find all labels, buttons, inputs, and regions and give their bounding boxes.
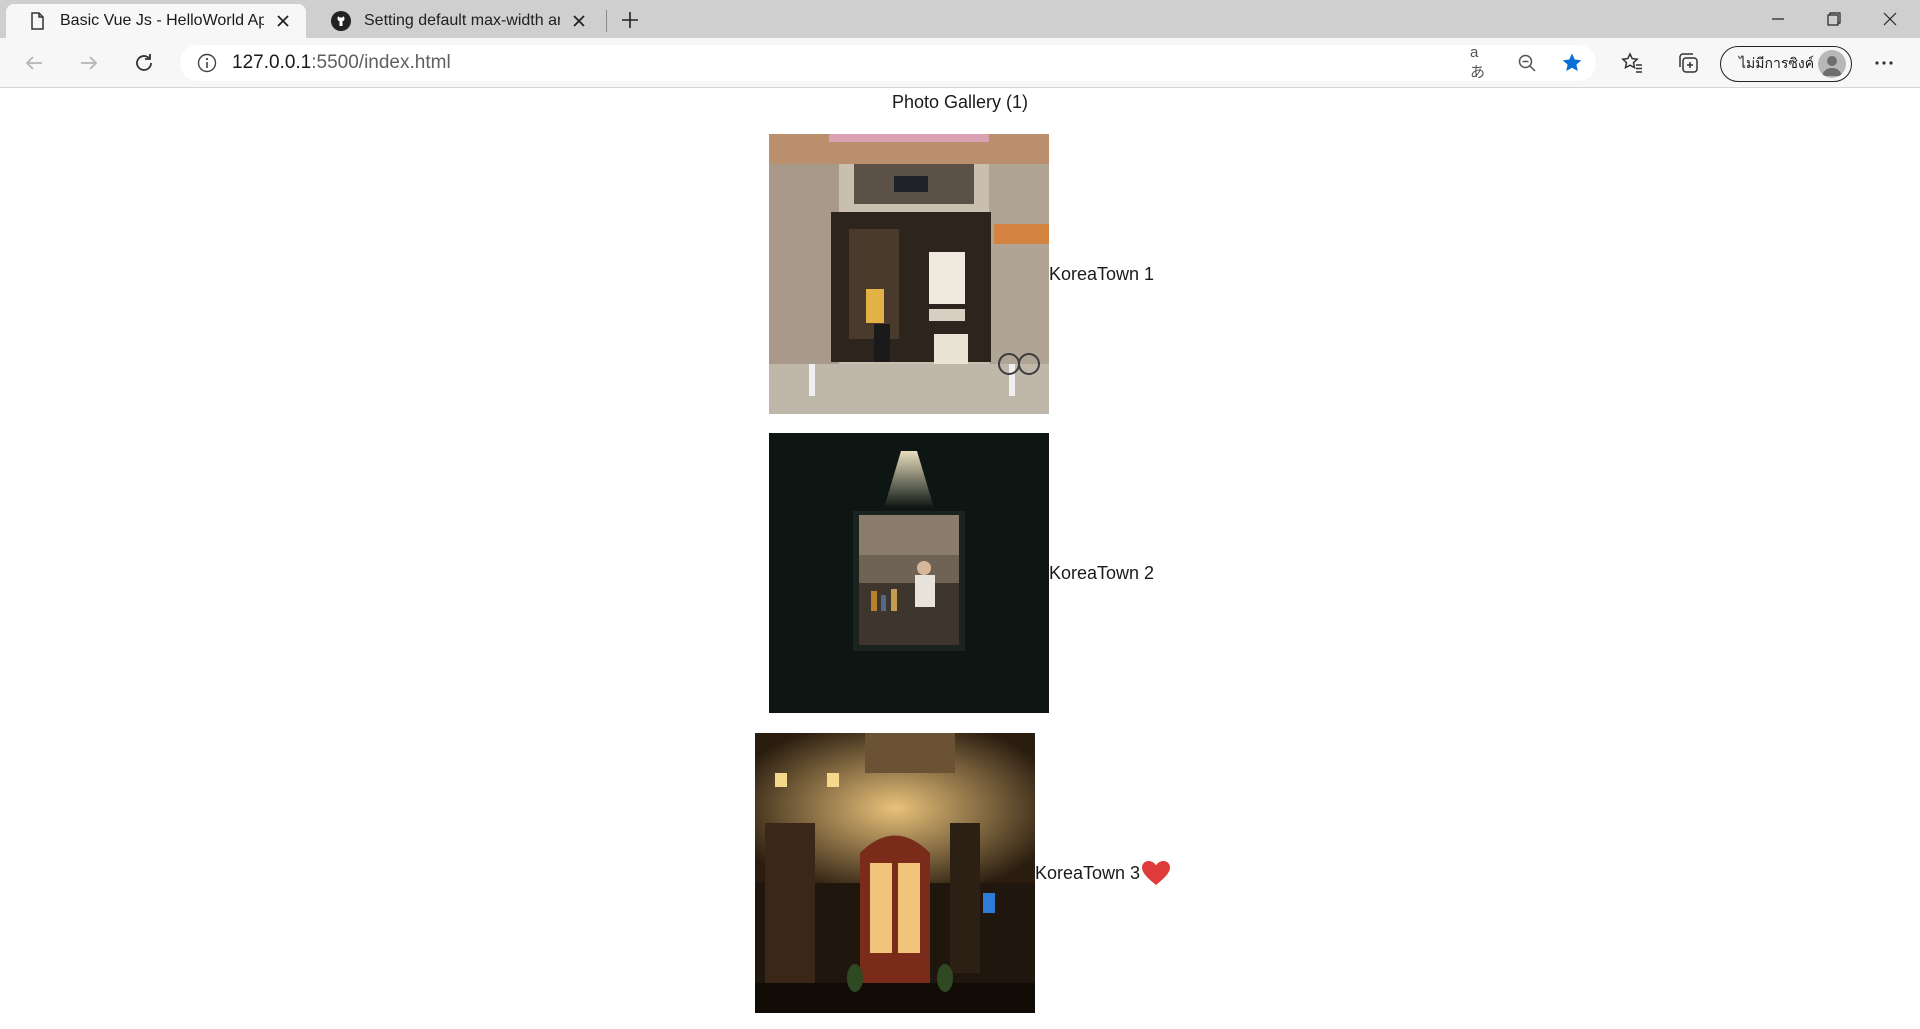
arrow-right-icon bbox=[81, 56, 98, 70]
tab-title: Basic Vue Js - HelloWorld App bbox=[60, 12, 264, 29]
collections-icon bbox=[1679, 53, 1698, 73]
forward-button[interactable] bbox=[73, 47, 105, 79]
more-icon bbox=[1875, 61, 1893, 65]
page-icon bbox=[31, 12, 44, 30]
photo-caption: KoreaTown 2 bbox=[1049, 562, 1155, 583]
minimize-button[interactable] bbox=[1750, 0, 1806, 38]
heart-icon[interactable] bbox=[1141, 860, 1171, 886]
list-item: KoreaTown 1 bbox=[769, 134, 1154, 414]
address-bar[interactable]: 127.0.0.1:5500/index.html aあ bbox=[180, 44, 1596, 81]
tab-strip: Basic Vue Js - HelloWorld App Setting de… bbox=[0, 0, 1920, 38]
user-icon bbox=[1822, 56, 1842, 76]
tab-basic-vue[interactable]: Basic Vue Js - HelloWorld App bbox=[6, 4, 306, 38]
favorites-list-icon bbox=[1621, 52, 1642, 73]
photo-caption: KoreaTown 1 bbox=[1049, 263, 1155, 284]
profile-sync-label: ไม่มีการซิงค์ bbox=[1739, 55, 1815, 71]
photo-storefront[interactable] bbox=[769, 134, 1049, 414]
restore-icon bbox=[1827, 12, 1841, 26]
close-tab-icon[interactable] bbox=[568, 10, 590, 32]
info-icon[interactable] bbox=[196, 52, 218, 74]
list-item: KoreaTown 2 bbox=[769, 433, 1154, 713]
url-text[interactable]: 127.0.0.1:5500/index.html bbox=[232, 52, 451, 74]
page-content: Photo Gallery (1) KoreaTown 1 KoreaTown … bbox=[0, 89, 1920, 1029]
page-title: Photo Gallery (1) bbox=[891, 92, 1029, 112]
read-aloud-icon[interactable]: aあ bbox=[1470, 44, 1492, 81]
plus-icon bbox=[622, 12, 638, 28]
browser-toolbar: 127.0.0.1:5500/index.html aあ ไม่มีการซิง… bbox=[0, 38, 1920, 88]
close-window-button[interactable] bbox=[1862, 0, 1918, 38]
minimize-icon bbox=[1772, 18, 1784, 20]
github-icon bbox=[331, 11, 351, 31]
photo-old-town-doorway[interactable] bbox=[755, 733, 1035, 1013]
zoom-out-icon[interactable] bbox=[1516, 52, 1538, 74]
avatar bbox=[1818, 50, 1846, 78]
restore-button[interactable] bbox=[1806, 0, 1862, 38]
tab-title: Setting default max-width and height bbox=[364, 12, 560, 29]
reload-button[interactable] bbox=[128, 47, 160, 79]
favorites-button[interactable] bbox=[1616, 47, 1648, 79]
photo-night-window[interactable] bbox=[769, 433, 1049, 713]
photo-caption: KoreaTown 3 bbox=[1035, 862, 1141, 883]
profile-button[interactable]: ไม่มีการซิงค์ bbox=[1720, 46, 1852, 82]
tab-separator bbox=[606, 10, 607, 32]
back-button[interactable] bbox=[18, 47, 50, 79]
favorite-star-icon[interactable] bbox=[1560, 51, 1584, 75]
arrow-left-icon bbox=[25, 56, 42, 70]
collections-button[interactable] bbox=[1672, 47, 1704, 79]
settings-more-button[interactable] bbox=[1868, 47, 1900, 79]
close-tab-icon[interactable] bbox=[272, 10, 294, 32]
tab-github[interactable]: Setting default max-width and height bbox=[310, 4, 602, 38]
close-icon bbox=[1883, 12, 1897, 26]
new-tab-button[interactable] bbox=[614, 6, 646, 34]
reload-icon bbox=[136, 54, 152, 71]
list-item: KoreaTown 3 bbox=[755, 733, 1171, 1013]
